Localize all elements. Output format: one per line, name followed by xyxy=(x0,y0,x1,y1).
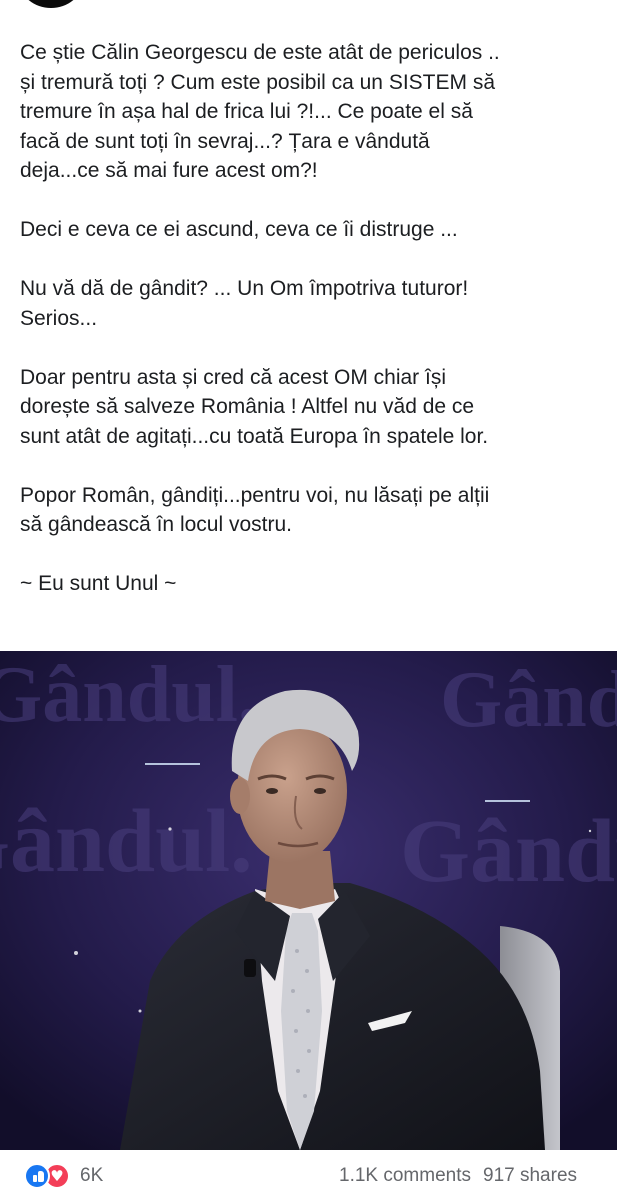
post-paragraph: Nu vă dă de gândit? ... Un Om împotriva … xyxy=(20,274,610,333)
text-line: dorește să salveze România ! Altfel nu v… xyxy=(20,395,475,418)
text-line: Deci e ceva ce ei ascund, ceva ce îi dis… xyxy=(20,218,458,241)
facebook-post: 1d Ce știe Călin Georgescu de este atât … xyxy=(0,0,617,1200)
author-avatar[interactable] xyxy=(20,0,82,8)
post-photo[interactable]: Gândul. Gândul. Gândul. Gândul. xyxy=(0,651,617,1150)
text-line: și tremură toți ? Cum este posibil ca un… xyxy=(20,70,496,94)
like-icon xyxy=(24,1163,50,1189)
text-line: ~ Eu sunt Unul ~ xyxy=(20,572,177,595)
post-paragraph: Deci e ceva ce ei ascund, ceva ce îi dis… xyxy=(20,215,610,245)
post-paragraph: Popor Român, gândiți...pentru voi, nu lă… xyxy=(20,481,610,540)
text-line: Serios... xyxy=(20,306,98,330)
post-text: Ce știe Călin Georgescu de este atât de … xyxy=(20,38,610,628)
photo-illustration: Gândul. Gândul. Gândul. Gândul. xyxy=(0,651,617,1150)
text-line: să gândească în locul vostru. xyxy=(20,513,292,536)
text-line: Nu vă dă de gândit? ... Un Om împotriva … xyxy=(20,277,469,300)
post-footer: 6K 1.1K comments 917 shares xyxy=(0,1150,617,1200)
comments-count[interactable]: 1.1K comments xyxy=(339,1163,471,1189)
text-line: Doar pentru asta și cred că acest OM chi… xyxy=(20,365,446,389)
text-line: tremure în așa hal de frica lui ?!... Ce… xyxy=(20,100,473,123)
text-line: Popor Român, gândiți...pentru voi, nu lă… xyxy=(20,483,490,507)
post-paragraph: Doar pentru asta și cred că acest OM chi… xyxy=(20,363,610,452)
svg-text:Gândul.: Gândul. xyxy=(440,656,617,744)
text-line: deja...ce să mai fure acest om?! xyxy=(20,159,318,182)
svg-text:Gândul.: Gândul. xyxy=(400,802,617,901)
svg-text:Gândul.: Gândul. xyxy=(0,651,258,739)
svg-text:Gândul.: Gândul. xyxy=(0,792,253,891)
text-line: Ce știe Călin Georgescu de este atât de … xyxy=(20,41,500,64)
post-header: 1d xyxy=(0,0,617,16)
ear xyxy=(230,778,250,814)
post-paragraph: Ce știe Călin Georgescu de este atât de … xyxy=(20,38,610,186)
post-signature: ~ Eu sunt Unul ~ xyxy=(20,569,610,599)
shares-count[interactable]: 917 shares xyxy=(483,1163,577,1189)
text-line: sunt atât de agitați...cu toată Europa î… xyxy=(20,424,489,448)
text-line: facă de sunt toți în sevraj...? Țara e v… xyxy=(20,129,430,153)
reaction-count[interactable]: 6K xyxy=(80,1163,103,1189)
reaction-icons[interactable] xyxy=(24,1163,80,1189)
lapel-mic xyxy=(244,959,256,977)
